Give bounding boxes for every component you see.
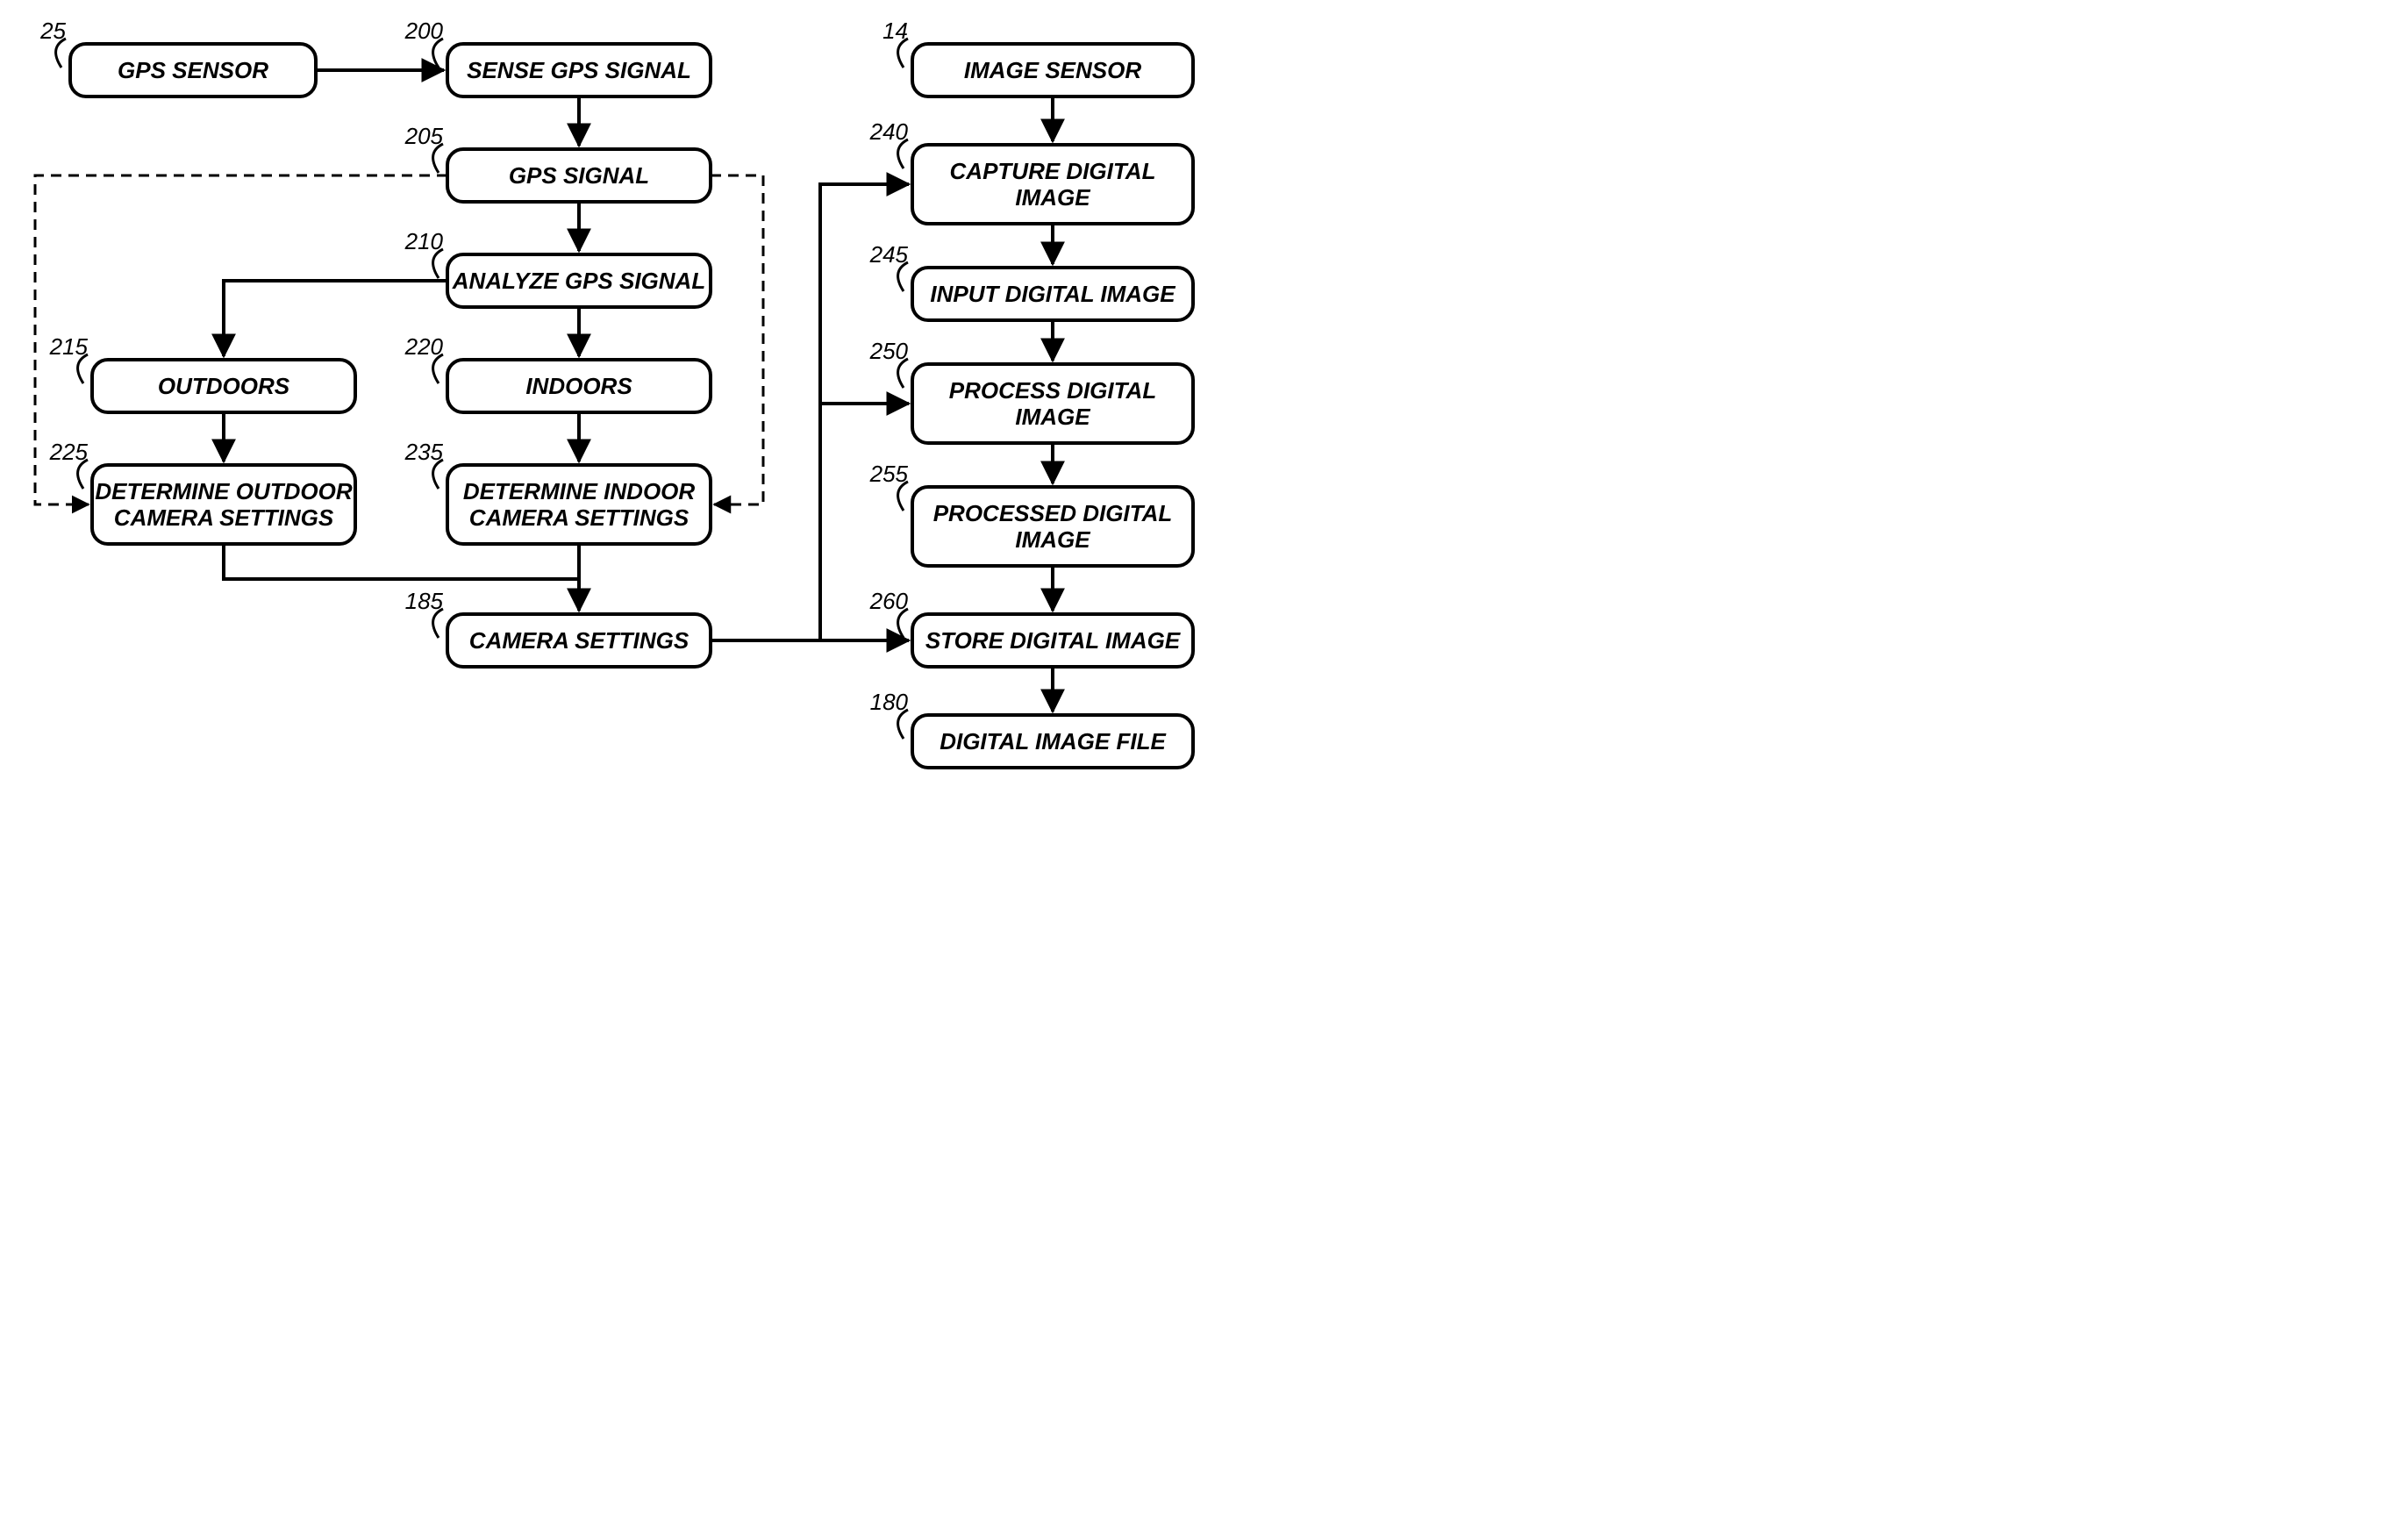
- node-gps-sensor: GPS SENSOR 25: [39, 18, 316, 97]
- node-indoors: INDOORS 220: [404, 333, 711, 412]
- ref-capture: 240: [869, 118, 909, 145]
- ref-input-img: 245: [869, 241, 909, 268]
- node-store: STORE DIGITAL IMAGE 260: [869, 588, 1193, 667]
- ref-processed: 255: [869, 461, 909, 487]
- label-process-2: IMAGE: [1015, 404, 1090, 430]
- label-det-outdoor-1: DETERMINE OUTDOOR: [95, 478, 352, 504]
- label-gps-signal: GPS SIGNAL: [509, 162, 649, 189]
- label-input-img: INPUT DIGITAL IMAGE: [930, 281, 1175, 307]
- ref-analyze: 210: [404, 228, 444, 254]
- label-analyze: ANALYZE GPS SIGNAL: [452, 268, 705, 294]
- ref-camera-settings: 185: [405, 588, 444, 614]
- node-input-img: INPUT DIGITAL IMAGE 245: [869, 241, 1193, 320]
- label-outdoors: OUTDOORS: [158, 373, 290, 399]
- label-det-outdoor-2: CAMERA SETTINGS: [114, 504, 334, 531]
- label-process-1: PROCESS DIGITAL: [949, 377, 1156, 404]
- label-indoors: INDOORS: [525, 373, 632, 399]
- node-det-outdoor: DETERMINE OUTDOOR CAMERA SETTINGS 225: [49, 439, 355, 544]
- label-store: STORE DIGITAL IMAGE: [925, 627, 1181, 654]
- label-gps-sensor: GPS SENSOR: [118, 57, 268, 83]
- label-processed-2: IMAGE: [1015, 526, 1090, 553]
- node-sense-gps: SENSE GPS SIGNAL 200: [404, 18, 711, 97]
- ref-process: 250: [869, 338, 909, 364]
- arrow-det-outdoor-to-settings: [224, 544, 579, 611]
- node-outdoors: OUTDOORS 215: [49, 333, 355, 412]
- node-capture: CAPTURE DIGITAL IMAGE 240: [869, 118, 1193, 224]
- node-processed: PROCESSED DIGITAL IMAGE 255: [869, 461, 1193, 566]
- label-file: DIGITAL IMAGE FILE: [940, 728, 1166, 754]
- ref-sense-gps: 200: [404, 18, 444, 44]
- ref-indoors: 220: [404, 333, 444, 360]
- dash-signal-to-det-outdoor: [35, 175, 447, 504]
- node-det-indoor: DETERMINE INDOOR CAMERA SETTINGS 235: [404, 439, 711, 544]
- ref-file: 180: [870, 689, 909, 715]
- label-capture-1: CAPTURE DIGITAL: [950, 158, 1156, 184]
- node-analyze: ANALYZE GPS SIGNAL 210: [404, 228, 711, 307]
- label-det-indoor-2: CAMERA SETTINGS: [469, 504, 690, 531]
- ref-det-outdoor: 225: [49, 439, 89, 465]
- ref-det-indoor: 235: [404, 439, 444, 465]
- node-file: DIGITAL IMAGE FILE 180: [870, 689, 1193, 768]
- label-det-indoor-1: DETERMINE INDOOR: [463, 478, 696, 504]
- ref-store: 260: [869, 588, 909, 614]
- flowchart-diagram: GPS SENSOR 25 SENSE GPS SIGNAL 200 GPS S…: [0, 0, 1298, 886]
- label-camera-settings: CAMERA SETTINGS: [469, 627, 690, 654]
- label-capture-2: IMAGE: [1015, 184, 1090, 211]
- ref-outdoors: 215: [49, 333, 89, 360]
- node-image-sensor: IMAGE SENSOR 14: [882, 18, 1193, 97]
- ref-gps-signal: 205: [404, 123, 444, 149]
- label-image-sensor: IMAGE SENSOR: [964, 57, 1141, 83]
- node-process: PROCESS DIGITAL IMAGE 250: [869, 338, 1193, 443]
- label-sense-gps: SENSE GPS SIGNAL: [467, 57, 691, 83]
- node-camera-settings: CAMERA SETTINGS 185: [405, 588, 711, 667]
- label-processed-1: PROCESSED DIGITAL: [933, 500, 1173, 526]
- node-gps-signal: GPS SIGNAL 205: [404, 123, 711, 202]
- dash-signal-to-det-indoor: [711, 175, 763, 504]
